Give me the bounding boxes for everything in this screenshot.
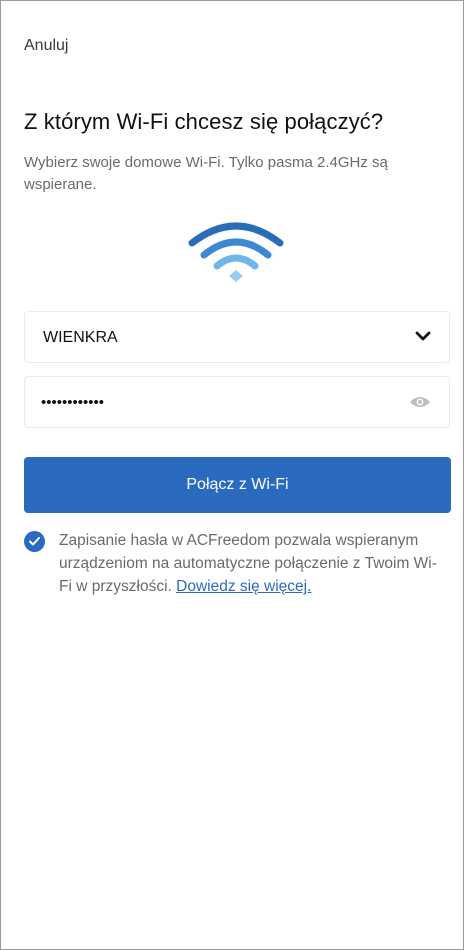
wifi-arc-inner	[213, 254, 259, 270]
wifi-network-select[interactable]: WIENKRA	[24, 311, 450, 363]
page-title: Z którym Wi-Fi chcesz się połączyć?	[24, 109, 384, 134]
eye-icon[interactable]	[409, 395, 431, 409]
connect-wifi-button[interactable]: Połącz z Wi-Fi	[24, 457, 451, 513]
checkmark-icon	[29, 537, 40, 546]
learn-more-link[interactable]: Dowiedz się więcej.	[176, 578, 311, 595]
save-password-checkbox[interactable]	[24, 531, 45, 552]
wifi-arc-middle	[200, 238, 272, 259]
wifi-dot	[229, 270, 243, 282]
wifi-network-value: WIENKRA	[43, 329, 118, 346]
password-field[interactable]	[41, 389, 401, 415]
save-password-notice: Zapisanie hasła w ACFreedom pozwala wspi…	[59, 529, 445, 598]
page-subtitle: Wybierz swoje domowe Wi-Fi. Tylko pasma …	[24, 154, 388, 193]
cancel-button[interactable]: Anuluj	[24, 37, 68, 55]
chevron-down-icon[interactable]	[415, 331, 431, 343]
password-field-container	[24, 376, 450, 428]
wifi-icon	[188, 222, 284, 282]
